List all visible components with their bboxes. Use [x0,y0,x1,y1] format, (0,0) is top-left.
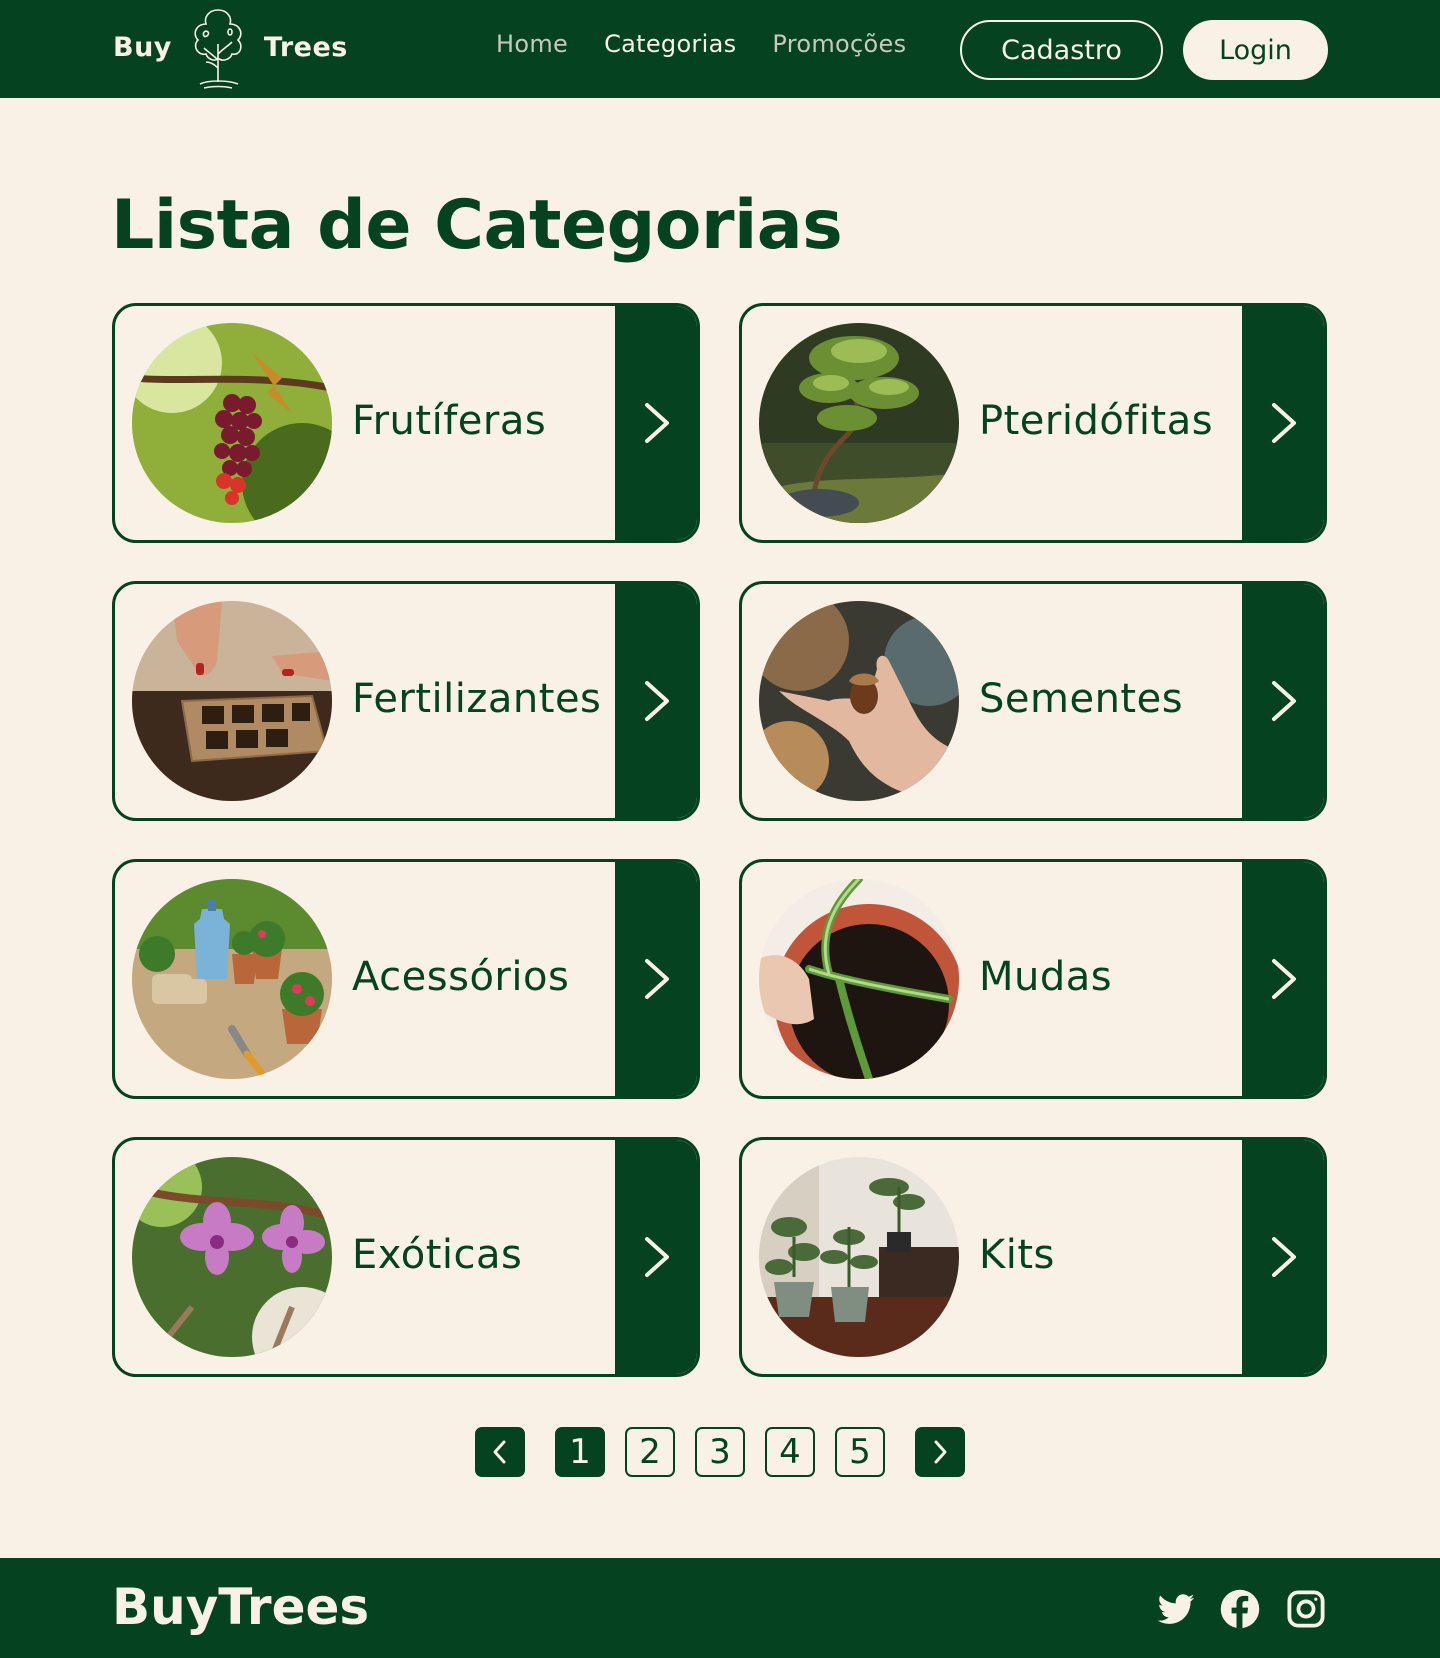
top-navbar: Buy Trees Home Categorias Promoções Cada… [0,0,1440,98]
card-arrow-button[interactable] [615,306,697,540]
page-button-4[interactable]: 4 [765,1427,815,1477]
page-button-5[interactable]: 5 [835,1427,885,1477]
chevron-right-icon [934,1440,947,1464]
twitter-icon[interactable] [1155,1588,1197,1630]
category-label: Fertilizantes [352,676,602,722]
chevron-right-icon [645,959,669,999]
chevron-right-icon [1272,959,1296,999]
footer-brand: BuyTrees [112,1578,370,1636]
nav-link-promocoes[interactable]: Promoções [772,30,906,58]
main-nav: Home Categorias Promoções [496,30,942,58]
category-card-sementes[interactable]: Sementes [739,581,1327,821]
card-arrow-button[interactable] [1242,584,1324,818]
category-card-fertilizantes[interactable]: Fertilizantes [112,581,700,821]
category-card-frutiferas[interactable]: Frutíferas [112,303,700,543]
chevron-right-icon [1272,403,1296,443]
page-button-2[interactable]: 2 [625,1427,675,1477]
category-label: Acessórios [352,954,570,1000]
next-page-button[interactable] [915,1427,965,1477]
category-card-acessorios[interactable]: Acessórios [112,859,700,1099]
facebook-icon[interactable] [1219,1588,1261,1630]
chevron-right-icon [645,403,669,443]
nav-link-categorias[interactable]: Categorias [604,30,736,58]
chevron-left-icon [493,1440,506,1464]
category-label: Sementes [979,676,1184,722]
category-image-garden-tools [132,879,332,1079]
category-label: Kits [979,1232,1055,1278]
signup-button[interactable]: Cadastro [960,20,1163,80]
category-image-acorn-in-hand [759,601,959,801]
pagination: 1 2 3 4 5 [475,1427,985,1477]
chevron-right-icon [1272,681,1296,721]
card-arrow-button[interactable] [615,584,697,818]
category-card-mudas[interactable]: Mudas [739,859,1327,1099]
category-image-bonsai [759,323,959,523]
instagram-icon[interactable] [1285,1588,1327,1630]
category-label: Pteridófitas [979,398,1214,444]
card-arrow-button[interactable] [615,1140,697,1374]
chevron-right-icon [645,681,669,721]
logo-text-buy: Buy [113,31,172,63]
category-card-kits[interactable]: Kits [739,1137,1327,1377]
category-label: Frutíferas [352,398,547,444]
login-button[interactable]: Login [1183,20,1328,80]
card-arrow-button[interactable] [1242,306,1324,540]
category-card-exoticas[interactable]: Exóticas [112,1137,700,1377]
category-image-seedling-pot [759,879,959,1079]
category-card-pteridofitas[interactable]: Pteridófitas [739,303,1327,543]
card-arrow-button[interactable] [1242,862,1324,1096]
brand-logo[interactable]: Buy Trees [113,2,348,92]
nav-link-home[interactable]: Home [496,30,568,58]
category-label: Exóticas [352,1232,523,1278]
card-arrow-button[interactable] [1242,1140,1324,1374]
category-image-grapes [132,323,332,523]
tree-logo-icon [194,9,242,89]
category-image-potted-plants [759,1157,959,1357]
category-image-orchid [132,1157,332,1357]
card-arrow-button[interactable] [615,862,697,1096]
category-image-seed-tray [132,601,332,801]
category-label: Mudas [979,954,1113,1000]
chevron-right-icon [645,1237,669,1277]
page-title: Lista de Categorias [111,186,843,265]
site-footer: BuyTrees [0,1558,1440,1658]
logo-text-trees: Trees [263,31,348,63]
page-button-3[interactable]: 3 [695,1427,745,1477]
chevron-right-icon [1272,1237,1296,1277]
page-button-1[interactable]: 1 [555,1427,605,1477]
prev-page-button[interactable] [475,1427,525,1477]
